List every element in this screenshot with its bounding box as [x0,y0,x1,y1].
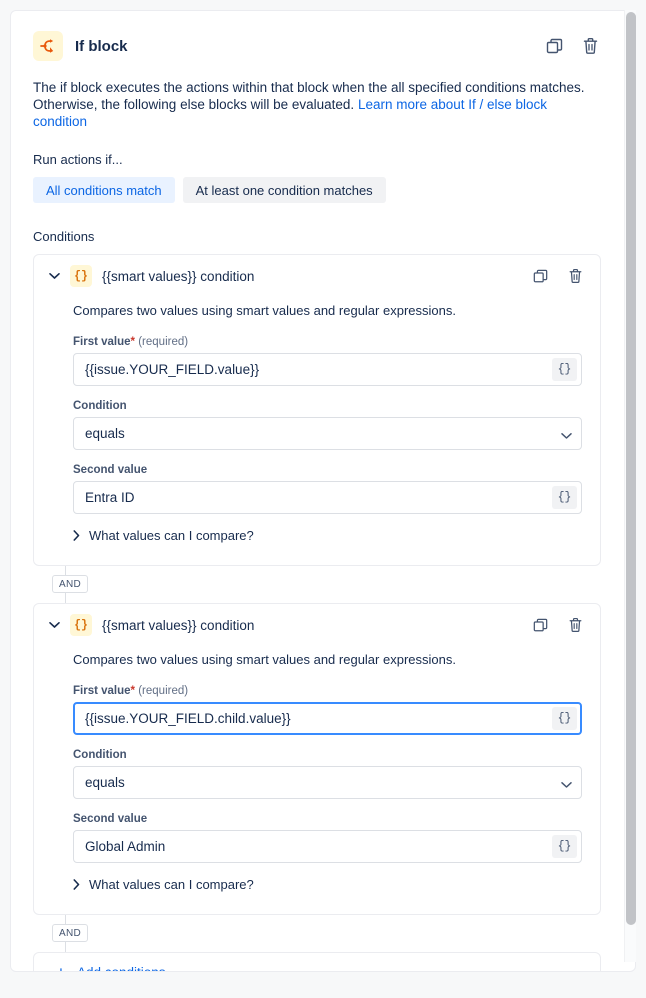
second-value-input-wrap-2: {} [73,830,582,863]
vertical-scrollbar-thumb[interactable] [626,12,636,925]
first-value-label-1: First value* (required) [73,336,582,348]
if-block-panel: If block The if block executes the actio… [10,10,636,972]
trash-icon[interactable] [579,35,601,57]
duplicate-icon[interactable] [529,265,551,287]
chevron-down-icon[interactable] [46,268,62,284]
what-values-expander-1[interactable]: What values can I compare? [73,528,582,543]
segment-at-least-one-condition-matches[interactable]: At least one condition matches [182,177,386,203]
chevron-right-icon [73,530,80,541]
smart-values-insert-button-1[interactable]: {} [552,358,577,381]
second-value-input-wrap-1: {} [73,481,582,514]
if-branch-icon [33,31,63,61]
chevron-down-icon[interactable] [46,617,62,633]
smart-values-insert-button-3[interactable]: {} [552,707,577,730]
smart-values-insert-button-2[interactable]: {} [552,486,577,509]
duplicate-icon[interactable] [529,614,551,636]
condition-title-1: {{smart values}} condition [102,268,255,284]
first-value-input-wrap-2: {} [73,702,582,735]
condition-body-2: Compares two values using smart values a… [34,646,600,914]
second-value-label-1: Second value [73,464,148,476]
header-actions [543,35,601,57]
what-values-expander-label-1: What values can I compare? [89,528,254,543]
condition-actions-1 [529,265,586,287]
condition-card-2: {} {{smart values}} condition Compares t… [33,603,601,915]
condition-select-2[interactable]: equals [73,766,582,799]
run-actions-label: Run actions if... [33,152,123,167]
first-value-input-wrap-1: {} [73,353,582,386]
first-value-label-2: First value* (required) [73,685,582,697]
first-value-label-text: First value [73,685,131,697]
add-conditions-label: Add conditions... [76,964,177,972]
vertical-scrollbar-track[interactable] [624,10,636,962]
required-text: (required) [138,336,189,348]
condition-select-wrap-2: equals [73,766,582,799]
condition-body-1: Compares two values using smart values a… [34,297,600,565]
required-asterisk: * [130,685,136,697]
second-value-input-2[interactable] [73,830,582,863]
add-conditions-button[interactable]: + Add conditions... [33,952,601,972]
chevron-right-icon [73,879,80,890]
and-connector-2: AND [33,915,601,952]
first-value-input-1[interactable] [73,353,582,386]
page-title: If block [75,37,128,55]
condition-header-2: {} {{smart values}} condition [34,604,600,646]
and-label: AND [52,924,89,942]
required-asterisk: * [130,336,136,348]
conditions-label: Conditions [33,229,95,244]
second-value-label-2: Second value [73,813,148,825]
smart-values-badge-icon: {} [70,265,92,287]
condition-description-2: Compares two values using smart values a… [73,652,456,667]
first-value-input-2[interactable] [73,702,582,735]
condition-select-label-2: Condition [73,749,127,761]
panel-content: If block The if block executes the actio… [11,11,623,972]
condition-description-1: Compares two values using smart values a… [73,303,456,318]
condition-title-2: {{smart values}} condition [102,617,255,633]
what-values-expander-label-2: What values can I compare? [89,877,254,892]
smart-values-insert-button-4[interactable]: {} [552,835,577,858]
and-label: AND [52,575,89,593]
block-header: If block [33,29,601,63]
run-actions-toggle-group: All conditions match At least one condit… [33,177,601,203]
smart-values-badge-icon: {} [70,614,92,636]
condition-select-1[interactable]: equals [73,417,582,450]
and-connector-1: AND [33,566,601,603]
trash-icon[interactable] [564,614,586,636]
duplicate-icon[interactable] [543,35,565,57]
block-description: The if block executes the actions within… [33,79,601,130]
trash-icon[interactable] [564,265,586,287]
condition-actions-2 [529,614,586,636]
second-value-input-1[interactable] [73,481,582,514]
condition-select-label-1: Condition [73,400,127,412]
condition-card-1: {} {{smart values}} condition Compares t… [33,254,601,566]
first-value-label-text: First value [73,336,131,348]
required-text: (required) [138,685,189,697]
condition-select-wrap-1: equals [73,417,582,450]
segment-all-conditions-match[interactable]: All conditions match [33,177,175,203]
plus-icon: + [56,962,66,972]
condition-header-1: {} {{smart values}} condition [34,255,600,297]
what-values-expander-2[interactable]: What values can I compare? [73,877,582,892]
